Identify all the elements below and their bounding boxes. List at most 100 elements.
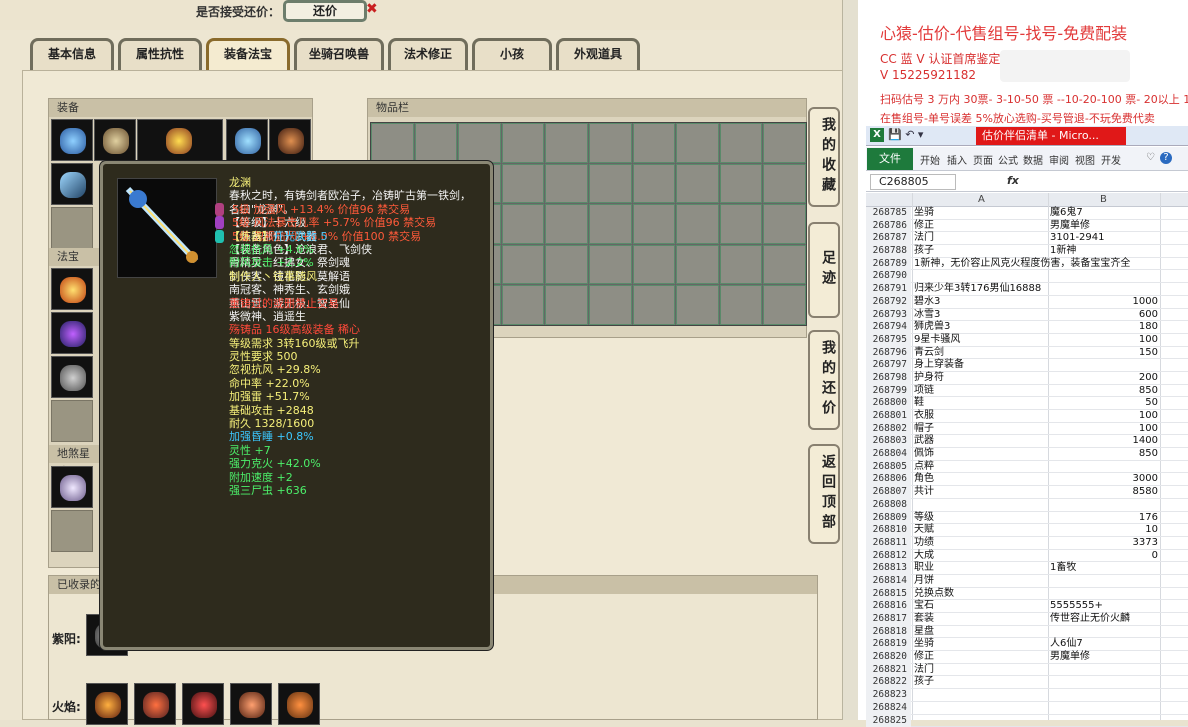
equip-slot-helmet[interactable]: [51, 119, 93, 161]
row-number[interactable]: 268793: [866, 309, 911, 322]
equip-slot-weapon[interactable]: [137, 119, 223, 163]
sheet-row[interactable]: 268811功绩3373: [866, 537, 1188, 550]
row-number[interactable]: 268813: [866, 562, 911, 575]
cell-b[interactable]: 8580: [1050, 486, 1158, 499]
cell-b[interactable]: 传世容止无价火麟: [1050, 613, 1158, 626]
cell-a[interactable]: 点粹: [914, 461, 1048, 474]
cell-b[interactable]: 200: [1050, 372, 1158, 385]
cell-b[interactable]: 180: [1050, 321, 1158, 334]
sheet-row[interactable]: 268794狮虎兽3180: [866, 321, 1188, 334]
equip-slot-necklace[interactable]: [94, 119, 136, 161]
row-number[interactable]: 268815: [866, 588, 911, 601]
cell-b[interactable]: 176: [1050, 512, 1158, 525]
tab-children[interactable]: 小孩: [472, 38, 552, 70]
row-number[interactable]: 268794: [866, 321, 911, 334]
row-number[interactable]: 268811: [866, 537, 911, 550]
sheet-row[interactable]: 268786修正男魔单修: [866, 220, 1188, 233]
cell-b[interactable]: 魔6鬼7: [1050, 207, 1158, 220]
cell-a[interactable]: 坐骑: [914, 638, 1048, 651]
cell-b[interactable]: 3373: [1050, 537, 1158, 550]
help-icon[interactable]: ?: [1160, 152, 1172, 164]
fire-slot-3[interactable]: [182, 683, 224, 725]
sheet-row[interactable]: 268817套装传世容止无价火麟: [866, 613, 1188, 626]
cell-b[interactable]: 150: [1050, 347, 1158, 360]
sheet-row[interactable]: 2687891新神，无价容止风克火程度伤害，装备宝宝齐全: [866, 258, 1188, 271]
cell-b[interactable]: 3000: [1050, 473, 1158, 486]
cell-a[interactable]: 共计: [914, 486, 1048, 499]
cell-a[interactable]: 星盘: [914, 626, 1048, 639]
row-number[interactable]: 268810: [866, 524, 911, 537]
row-number[interactable]: 268787: [866, 232, 911, 245]
cell-a[interactable]: 1新神，无价容止风克火程度伤害，装备宝宝齐全: [914, 258, 1048, 271]
fire-slot-1[interactable]: [86, 683, 128, 725]
tab-appearance[interactable]: 外观道具: [556, 38, 640, 70]
ribbon-tab-home[interactable]: 开始: [920, 152, 940, 167]
fire-slot-4[interactable]: [230, 683, 272, 725]
row-number[interactable]: 268825: [866, 715, 911, 727]
cell-a[interactable]: 衣服: [914, 410, 1048, 423]
cell-a[interactable]: 鞋: [914, 397, 1048, 410]
cell-b[interactable]: 人6仙7: [1050, 638, 1158, 651]
magic-slot-2[interactable]: [51, 312, 93, 354]
cell-b[interactable]: 100: [1050, 410, 1158, 423]
sheet-row[interactable]: 268809等级176: [866, 512, 1188, 525]
my-counter-offers-button[interactable]: 我的还价: [808, 330, 840, 430]
sheet-row[interactable]: 268803武器1400: [866, 435, 1188, 448]
magic-slot-empty[interactable]: [51, 400, 93, 442]
sheet-row[interactable]: 268796青云剑150: [866, 347, 1188, 360]
row-number[interactable]: 268814: [866, 575, 911, 588]
row-number[interactable]: 268808: [866, 499, 911, 512]
sheet-row[interactable]: 268802帽子100: [866, 423, 1188, 436]
cell-b[interactable]: 0: [1050, 550, 1158, 563]
row-number[interactable]: 268806: [866, 473, 911, 486]
row-number[interactable]: 268819: [866, 638, 911, 651]
row-number[interactable]: 268805: [866, 461, 911, 474]
cell-a[interactable]: 月饼: [914, 575, 1048, 588]
row-number[interactable]: 268820: [866, 651, 911, 664]
sheet-row[interactable]: 268823: [866, 689, 1188, 702]
counter-offer-button[interactable]: 还价: [283, 0, 367, 22]
sheet-row[interactable]: 268790: [866, 270, 1188, 283]
sheet-row[interactable]: 268801衣服100: [866, 410, 1188, 423]
row-number[interactable]: 268800: [866, 397, 911, 410]
cell-a[interactable]: 9星卡骚风: [914, 334, 1048, 347]
cell-a[interactable]: 碧水3: [914, 296, 1048, 309]
row-number[interactable]: 268809: [866, 512, 911, 525]
sheet-row[interactable]: 268821法门: [866, 664, 1188, 677]
row-number[interactable]: 268824: [866, 702, 911, 715]
cell-a[interactable]: 冰雪3: [914, 309, 1048, 322]
cell-a[interactable]: 大成: [914, 550, 1048, 563]
sheet-row[interactable]: 268814月饼: [866, 575, 1188, 588]
ribbon-tab-data[interactable]: 数据: [1023, 152, 1043, 167]
row-number[interactable]: 268786: [866, 220, 911, 233]
sheet-row[interactable]: 268808: [866, 499, 1188, 512]
cell-a[interactable]: 宝石: [914, 600, 1048, 613]
ribbon-tab-developer[interactable]: 开发: [1101, 152, 1121, 167]
magic-slot-1[interactable]: [51, 268, 93, 310]
ribbon-tab-review[interactable]: 审阅: [1049, 152, 1069, 167]
row-number[interactable]: 268795: [866, 334, 911, 347]
row-number[interactable]: 268785: [866, 207, 911, 220]
cell-a[interactable]: 身上穿装备: [914, 359, 1048, 372]
ribbon-tab-insert[interactable]: 插入: [947, 152, 967, 167]
sheet-row[interactable]: 268806角色3000: [866, 473, 1188, 486]
sheet-row[interactable]: 268797身上穿装备: [866, 359, 1188, 372]
row-number[interactable]: 268792: [866, 296, 911, 309]
sheet-row[interactable]: 268792碧水31000: [866, 296, 1188, 309]
cell-a[interactable]: 职业: [914, 562, 1048, 575]
cell-a[interactable]: 佩饰: [914, 448, 1048, 461]
sheet-row[interactable]: 268816宝石5555555+: [866, 600, 1188, 613]
cell-a[interactable]: 角色: [914, 473, 1048, 486]
cell-a[interactable]: 天赋: [914, 524, 1048, 537]
close-icon[interactable]: ✖: [366, 1, 378, 17]
ribbon-tab-view[interactable]: 视图: [1075, 152, 1095, 167]
cell-a[interactable]: 兑换点数: [914, 588, 1048, 601]
sheet-row[interactable]: 268824: [866, 702, 1188, 715]
row-number[interactable]: 268790: [866, 270, 911, 283]
cell-a[interactable]: 法门: [914, 232, 1048, 245]
row-number[interactable]: 268812: [866, 550, 911, 563]
cell-b[interactable]: 850: [1050, 448, 1158, 461]
spreadsheet-grid[interactable]: 268785坐骑魔6鬼7268786修正男魔单修268787法门3101-294…: [866, 207, 1188, 720]
row-number[interactable]: 268804: [866, 448, 911, 461]
sheet-row[interactable]: 268818星盘: [866, 626, 1188, 639]
